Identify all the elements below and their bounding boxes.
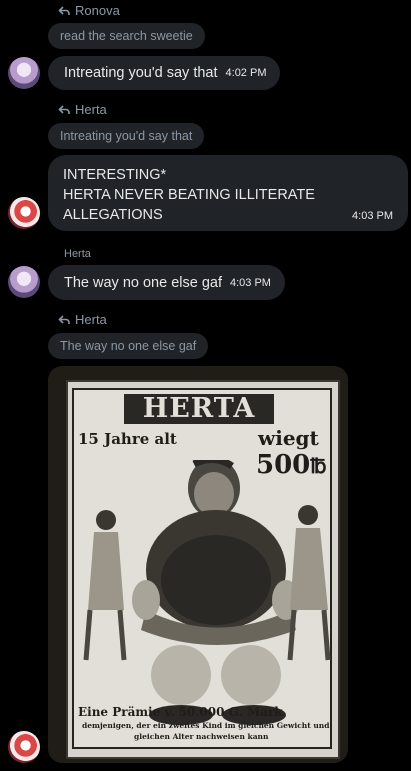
avatar[interactable] bbox=[8, 266, 40, 298]
message-time: 4:03 PM bbox=[352, 210, 393, 222]
message-text: Intreating you'd say that bbox=[64, 65, 218, 81]
poster-line-1: demjenigen, der ein zweites Kind im glei… bbox=[82, 721, 330, 730]
avatar[interactable] bbox=[8, 197, 40, 229]
message-bubble[interactable]: The way no one else gaf 4:03 PM bbox=[48, 265, 285, 300]
message-line: HERTA NEVER BEATING ILLITERATE bbox=[63, 187, 315, 203]
poster-photo: HERTA 15 Jahre alt wiegt 500℔ Eine Prämi… bbox=[66, 380, 340, 759]
reply-arrow-icon bbox=[58, 314, 70, 324]
message-time: 4:03 PM bbox=[230, 276, 271, 289]
image-attachment[interactable]: HERTA 15 Jahre alt wiegt 500℔ Eine Prämi… bbox=[48, 366, 348, 763]
avatar[interactable] bbox=[8, 731, 40, 763]
reply-context[interactable]: Ronova bbox=[58, 3, 120, 18]
poster-frame: HERTA 15 Jahre alt wiegt 500℔ Eine Prämi… bbox=[72, 388, 332, 749]
poster-line-2: gleichen Alter nachweisen kann bbox=[134, 732, 269, 741]
reply-to-name: Herta bbox=[75, 102, 107, 117]
reply-to-name: Herta bbox=[75, 312, 107, 327]
poster-age: 15 Jahre alt bbox=[78, 430, 177, 448]
avatar[interactable] bbox=[8, 57, 40, 89]
poster-weighs: wiegt bbox=[258, 426, 319, 450]
sender-name[interactable]: Herta bbox=[64, 248, 91, 260]
reply-arrow-icon bbox=[58, 104, 70, 114]
message-line: INTERESTING* bbox=[63, 167, 167, 183]
message-line: ALLEGATIONS bbox=[63, 207, 163, 223]
reply-arrow-icon bbox=[58, 5, 70, 15]
message-bubble[interactable]: Intreating you'd say that 4:02 PM bbox=[48, 56, 281, 90]
message-text: The way no one else gaf bbox=[64, 274, 222, 291]
reply-context[interactable]: Herta bbox=[58, 312, 107, 327]
poster-illustration bbox=[83, 460, 331, 725]
poster-prize: Eine Prämie v. 50.000 G. Mark bbox=[78, 705, 283, 719]
message-time: 4:02 PM bbox=[225, 67, 267, 79]
reply-context[interactable]: Herta bbox=[58, 102, 107, 117]
quoted-message[interactable]: read the search sweetie bbox=[48, 23, 205, 49]
poster-title: HERTA bbox=[124, 394, 274, 424]
quoted-message[interactable]: Intreating you'd say that bbox=[48, 123, 205, 149]
quoted-message[interactable]: The way no one else gaf bbox=[48, 333, 209, 359]
reply-to-name: Ronova bbox=[75, 3, 120, 18]
message-bubble[interactable]: INTERESTING* HERTA NEVER BEATING ILLITER… bbox=[48, 155, 408, 231]
